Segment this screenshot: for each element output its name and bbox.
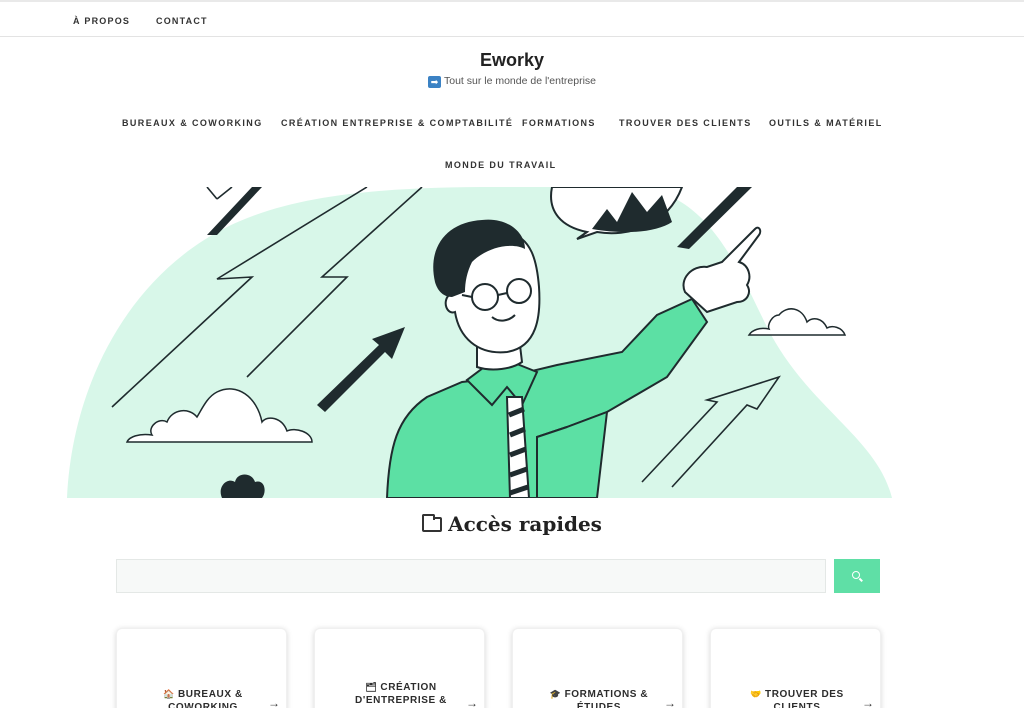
graduation-cap-icon: 🎓: [549, 689, 562, 699]
card-index-dividers-icon: [422, 514, 443, 532]
card-label: 🤝 TROUVER DES CLIENTS: [727, 688, 867, 708]
arrow-right-icon: →: [466, 696, 478, 708]
arrow-right-icon: →: [664, 696, 676, 708]
menu-item-monde-du-travail[interactable]: MONDE DU TRAVAIL: [445, 160, 557, 170]
handshake-icon: 🤝: [750, 689, 762, 699]
search-icon: [852, 571, 860, 579]
hero-illustration: [67, 187, 892, 498]
menu-item-creation-entreprise[interactable]: CRÉATION ENTREPRISE & COMPTABILITÉ: [281, 118, 513, 128]
card-creation-entreprise[interactable]: 🗂 CRÉATION D'ENTREPRISE & →: [314, 628, 485, 708]
folder-icon: 🗂: [365, 682, 378, 692]
menu-item-bureaux-coworking[interactable]: BUREAUX & COWORKING: [122, 118, 263, 128]
card-formations-etudes[interactable]: 🎓 FORMATIONS & ÉTUDES →: [512, 628, 683, 708]
quick-access-title-text: Accès rapides: [448, 512, 602, 536]
site-tagline-text: Tout sur le monde de l'entreprise: [443, 75, 596, 87]
card-label-text: FORMATIONS & ÉTUDES: [564, 689, 649, 708]
site-title[interactable]: Eworky: [0, 50, 1024, 71]
card-label: 🏠 BUREAUX & COWORKING: [133, 688, 273, 708]
card-label-text: BUREAUX & COWORKING: [168, 689, 243, 708]
site-tagline: ➡ Tout sur le monde de l'entreprise: [0, 75, 1024, 88]
arrow-right-icon: →: [268, 696, 280, 708]
menu-item-outils-materiel[interactable]: OUTILS & MATÉRIEL: [769, 118, 883, 128]
nav-link-contact[interactable]: CONTACT: [156, 16, 208, 26]
search-button[interactable]: [834, 559, 880, 593]
site-branding: Eworky ➡ Tout sur le monde de l'entrepris…: [0, 50, 1024, 88]
card-label-text: TROUVER DES CLIENTS: [764, 689, 844, 708]
card-bureaux-coworking[interactable]: 🏠 BUREAUX & COWORKING →: [116, 628, 287, 708]
quick-access-title: Accès rapides: [0, 512, 1024, 536]
house-icon: 🏠: [163, 689, 175, 699]
card-label: 🎓 FORMATIONS & ÉTUDES: [529, 688, 669, 708]
top-bar: À PROPOS CONTACT: [0, 0, 1024, 37]
arrow-right-icon: ➡: [427, 76, 441, 88]
search-input[interactable]: [116, 559, 826, 593]
card-trouver-clients[interactable]: 🤝 TROUVER DES CLIENTS →: [710, 628, 881, 708]
nav-link-a-propos[interactable]: À PROPOS: [73, 16, 130, 26]
businessman-pointing-illustration: [67, 187, 892, 498]
menu-item-formations[interactable]: FORMATIONS: [522, 118, 596, 128]
card-label: 🗂 CRÉATION D'ENTREPRISE &: [331, 681, 471, 707]
menu-item-trouver-clients[interactable]: TROUVER DES CLIENTS: [619, 118, 752, 128]
arrow-right-icon: →: [862, 696, 874, 708]
